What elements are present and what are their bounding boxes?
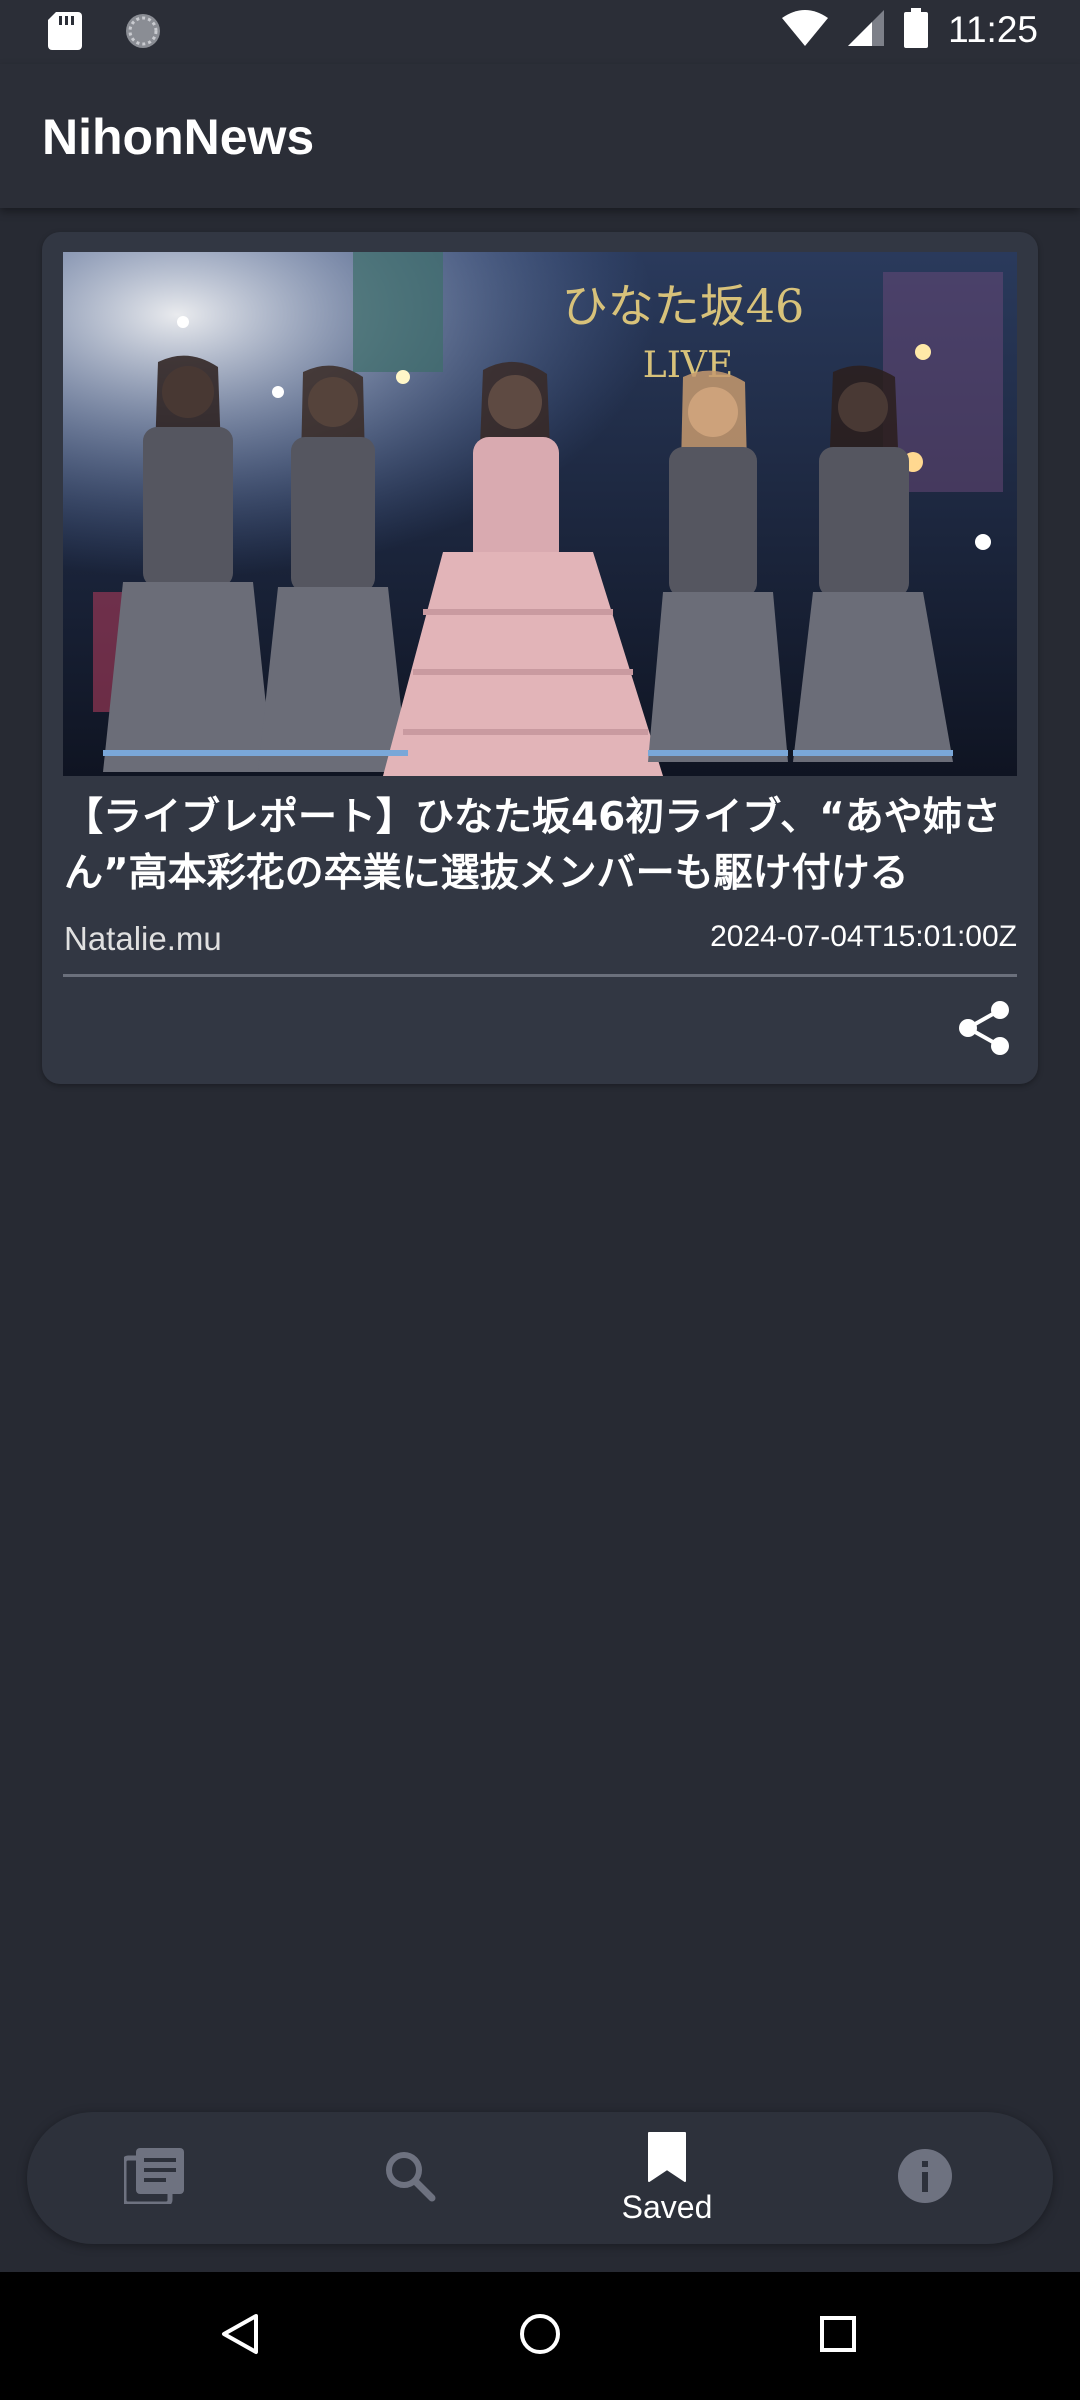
article-source: Natalie.mu: [64, 920, 222, 957]
back-icon: [220, 2312, 260, 2360]
article-date: 2024-07-04T15:01:00Z: [710, 920, 1017, 953]
status-bar: 11:25: [0, 0, 1080, 64]
recents-button[interactable]: [808, 2306, 868, 2366]
system-navigation-bar: [0, 2272, 1080, 2400]
home-button[interactable]: [510, 2306, 570, 2366]
app-bar: NihonNews: [0, 64, 1080, 208]
nav-item-news[interactable]: [64, 2112, 244, 2244]
nav-item-search[interactable]: [320, 2112, 500, 2244]
bottom-navigation: Saved: [27, 2112, 1053, 2244]
home-icon: [518, 2312, 562, 2360]
article-title[interactable]: 【ライブレポート】ひなた坂46初ライブ、“あや姉さん”高本彩花の卒業に選抜メンバ…: [64, 790, 1024, 902]
search-icon: [384, 2150, 436, 2206]
nav-item-info[interactable]: [835, 2112, 1015, 2244]
sd-card-icon: [48, 12, 82, 54]
news-icon: [121, 2148, 184, 2208]
image-banner-text: ひなた坂46: [562, 279, 805, 333]
nav-label-saved: Saved: [621, 2188, 713, 2225]
recents-icon: [818, 2314, 858, 2358]
article-card[interactable]: ひなた坂46 LIVE 【ライブレポート】ひなた坂46初ライブ、“あや姉さん”高…: [42, 232, 1038, 1084]
nav-item-saved[interactable]: Saved: [577, 2112, 757, 2244]
status-time: 11:25: [948, 9, 1038, 50]
share-icon: [958, 1000, 1010, 1060]
app-title: NihonNews: [42, 109, 315, 165]
sync-icon: [124, 12, 162, 54]
back-button[interactable]: [210, 2306, 270, 2366]
bookmark-icon: [647, 2131, 687, 2187]
info-icon: [897, 2148, 953, 2208]
wifi-icon: [782, 10, 829, 50]
article-image[interactable]: ひなた坂46 LIVE: [63, 252, 1017, 776]
share-button[interactable]: [954, 1000, 1014, 1060]
card-divider: [63, 974, 1017, 977]
battery-icon: [904, 8, 929, 52]
signal-icon: [848, 10, 885, 50]
